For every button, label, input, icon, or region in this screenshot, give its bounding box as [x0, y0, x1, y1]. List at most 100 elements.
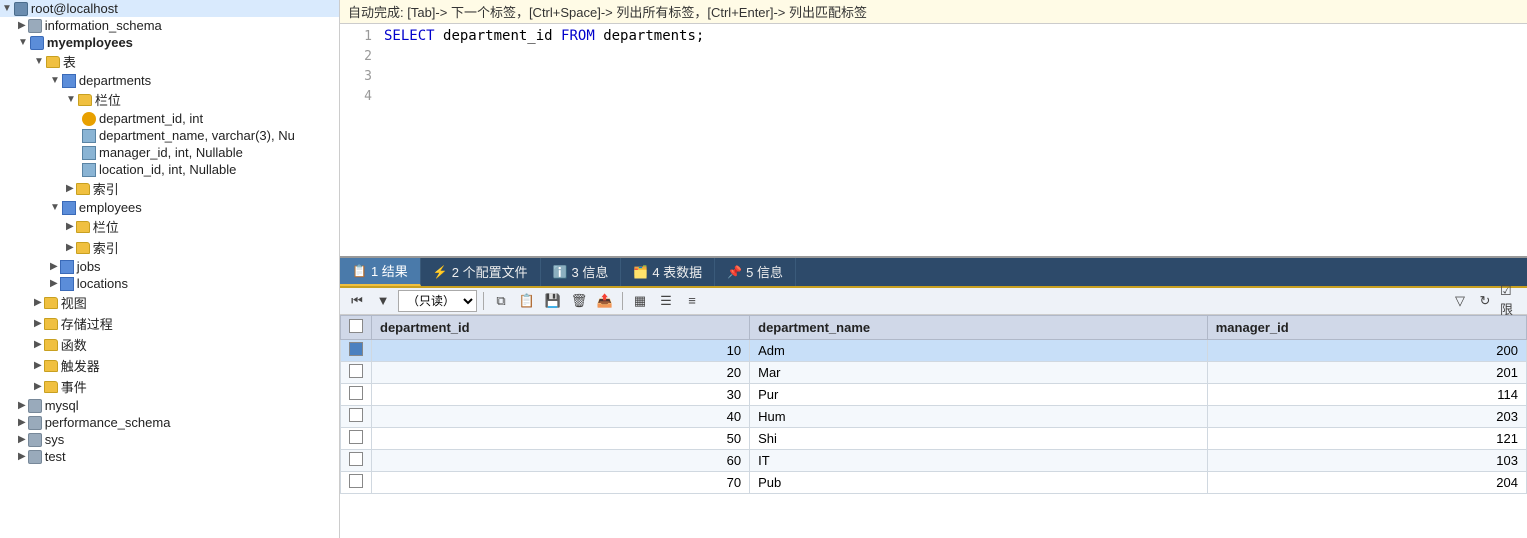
copy-button[interactable]: ⧉: [490, 290, 512, 312]
header-department-id[interactable]: department_id: [372, 315, 750, 339]
row-checkbox-cell[interactable]: [341, 383, 372, 405]
triggers-label: 触发器: [61, 356, 100, 375]
sidebar-item-myemployees[interactable]: ▼ myemployees: [0, 34, 339, 51]
table-row: 30Pur114: [341, 383, 1527, 405]
sidebar-item-emp-idx[interactable]: ▶ 索引: [0, 237, 339, 258]
cell-mgr-id: 200: [1207, 339, 1526, 361]
sidebar-item-loc-id[interactable]: location_id, int, Nullable: [0, 161, 339, 178]
filter-button[interactable]: ▽: [1449, 290, 1471, 312]
sidebar-item-sys[interactable]: ▶ sys: [0, 431, 339, 448]
tab-profile[interactable]: ⚡ 2 个配置文件: [421, 258, 541, 286]
sidebar-item-locations[interactable]: ▶ locations: [0, 275, 339, 292]
sys-label: sys: [45, 432, 65, 447]
cell-mgr-id: 201: [1207, 361, 1526, 383]
sidebar-item-server[interactable]: ▼ root@localhost: [0, 0, 339, 17]
sidebar-item-employees[interactable]: ▼ employees: [0, 199, 339, 216]
header-department-name[interactable]: department_name: [750, 315, 1208, 339]
sidebar-item-perf-schema[interactable]: ▶ performance_schema: [0, 414, 339, 431]
tab-info2-label: 5 信息: [746, 262, 783, 281]
departments-label: departments: [79, 73, 151, 88]
cell-dept-name: Pub: [750, 471, 1208, 493]
sidebar-item-mgr-id[interactable]: manager_id, int, Nullable: [0, 144, 339, 161]
row-checkbox[interactable]: [349, 474, 363, 488]
row-checkbox-cell[interactable]: [341, 427, 372, 449]
form-view-button[interactable]: ☰: [655, 290, 677, 312]
text-view-button[interactable]: ≡: [681, 290, 703, 312]
cell-dept-name: Adm: [750, 339, 1208, 361]
col-icon: [82, 129, 96, 143]
sidebar-item-triggers[interactable]: ▶ 触发器: [0, 355, 339, 376]
row-checkbox[interactable]: [349, 386, 363, 400]
tab-result-icon: 📋: [352, 264, 367, 278]
row-checkbox-cell[interactable]: [341, 361, 372, 383]
db-active-icon: [30, 36, 44, 50]
row-checkbox[interactable]: [349, 430, 363, 444]
test-db-icon: [28, 450, 42, 464]
triggers-folder-icon: [44, 360, 58, 372]
emp-cols-label: 栏位: [93, 217, 119, 236]
row-checkbox[interactable]: [349, 452, 363, 466]
funcs-label: 函数: [61, 335, 87, 354]
table-row: 10Adm200: [341, 339, 1527, 361]
row-checkbox[interactable]: [349, 364, 363, 378]
editor-line-4: 4: [348, 88, 1519, 108]
sidebar-item-test[interactable]: ▶ test: [0, 448, 339, 465]
test-label: test: [45, 449, 66, 464]
sidebar-item-mysql[interactable]: ▶ mysql: [0, 397, 339, 414]
procs-folder-icon: [44, 318, 58, 330]
sidebar-item-departments[interactable]: ▼ departments: [0, 72, 339, 89]
limit-button[interactable]: ☑ 限: [1499, 290, 1521, 312]
edit-mode-select[interactable]: （只读） 可编辑: [398, 290, 477, 312]
dept-id-label: department_id, int: [99, 111, 203, 126]
sidebar-item-jobs[interactable]: ▶ jobs: [0, 258, 339, 275]
grid-view-button[interactable]: ▦: [629, 290, 651, 312]
sidebar-item-emp-cols[interactable]: ▶ 栏位: [0, 216, 339, 237]
dept-name-label: department_name, varchar(3), Nu: [99, 128, 295, 143]
tab-info2-icon: 📌: [727, 265, 742, 279]
cols-label: 栏位: [95, 90, 121, 109]
nav-first-button[interactable]: ⏮: [346, 290, 368, 312]
header-manager-id[interactable]: manager_id: [1207, 315, 1526, 339]
nav-dropdown-button[interactable]: ▼: [372, 290, 394, 312]
sidebar-item-information-schema[interactable]: ▶ information_schema: [0, 17, 339, 34]
table-row: 70Pub204: [341, 471, 1527, 493]
cell-dept-id: 10: [372, 339, 750, 361]
sidebar-item-views[interactable]: ▶ 视图: [0, 292, 339, 313]
sidebar-item-cols[interactable]: ▼ 栏位: [0, 89, 339, 110]
editor-line-2: 2: [348, 48, 1519, 68]
toolbar-sep-1: [483, 292, 484, 310]
tab-result-label: 1 结果: [371, 261, 408, 280]
sidebar-item-dept-id[interactable]: department_id, int: [0, 110, 339, 127]
save-button[interactable]: 💾: [542, 290, 564, 312]
refresh-button[interactable]: ↻: [1474, 290, 1496, 312]
funcs-folder-icon: [44, 339, 58, 351]
result-table: department_id department_name manager_id…: [340, 315, 1527, 494]
editor-line-1: 1 SELECT department_id FROM departments;: [348, 28, 1519, 48]
sidebar-item-procs[interactable]: ▶ 存储过程: [0, 313, 339, 334]
row-checkbox[interactable]: [349, 342, 363, 356]
row-checkbox-cell[interactable]: [341, 471, 372, 493]
paste-button[interactable]: 📋: [516, 290, 538, 312]
header-checkbox[interactable]: [349, 319, 363, 333]
export-button[interactable]: 📤: [594, 290, 616, 312]
sidebar-item-funcs[interactable]: ▶ 函数: [0, 334, 339, 355]
sidebar-item-indexes[interactable]: ▶ 索引: [0, 178, 339, 199]
sys-db-icon: [28, 433, 42, 447]
tab-info[interactable]: ℹ️ 3 信息: [541, 258, 622, 286]
sql-editor[interactable]: 1 SELECT department_id FROM departments;…: [340, 24, 1527, 258]
sidebar-item-tables[interactable]: ▼ 表: [0, 51, 339, 72]
employees-label: employees: [79, 200, 142, 215]
delete-button[interactable]: 🗑: [568, 290, 590, 312]
sidebar-item-dept-name[interactable]: department_name, varchar(3), Nu: [0, 127, 339, 144]
row-checkbox-cell[interactable]: [341, 339, 372, 361]
tab-info2[interactable]: 📌 5 信息: [715, 258, 796, 286]
row-checkbox[interactable]: [349, 408, 363, 422]
locations-label: locations: [77, 276, 128, 291]
tab-tabledata[interactable]: 🗂️ 4 表数据: [621, 258, 715, 286]
row-checkbox-cell[interactable]: [341, 405, 372, 427]
sidebar-item-events[interactable]: ▶ 事件: [0, 376, 339, 397]
header-checkbox-cell[interactable]: [341, 315, 372, 339]
tables-folder-icon: [46, 56, 60, 68]
tab-result[interactable]: 📋 1 结果: [340, 258, 421, 286]
row-checkbox-cell[interactable]: [341, 449, 372, 471]
